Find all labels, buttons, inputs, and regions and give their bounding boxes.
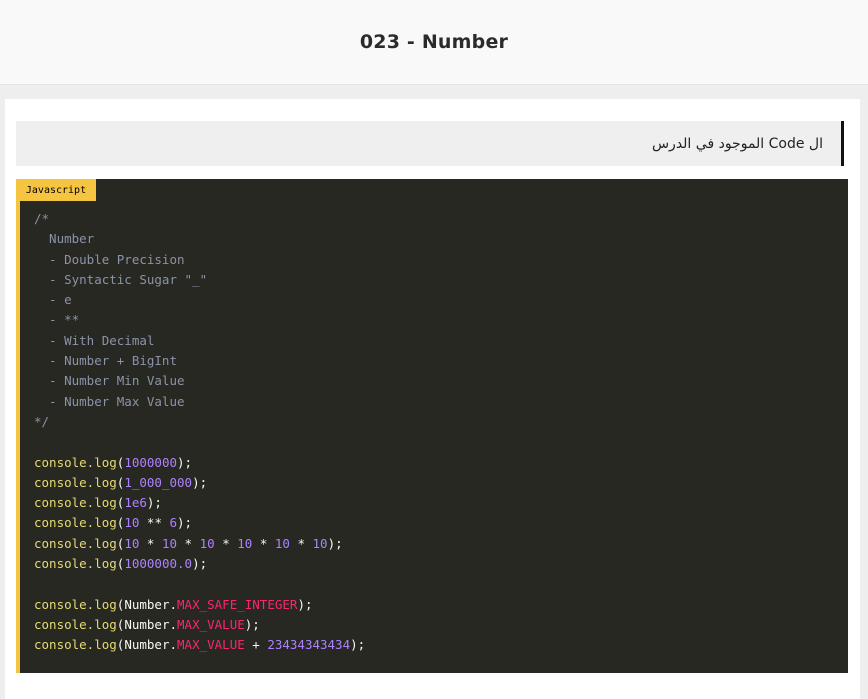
code-comment-line: - Syntactic Sugar "_"	[34, 271, 208, 287]
code-line: console.log(Number.MAX_VALUE);	[34, 616, 260, 632]
code-comment-line: - Number Max Value	[34, 393, 185, 409]
code-comment-line: - Number Min Value	[34, 373, 185, 389]
code-comment-line: - With Decimal	[34, 332, 155, 348]
content-card: ال Code الموجود في الدرس Javascript /* N…	[5, 99, 860, 699]
code-line: console.log(Number.MAX_SAFE_INTEGER);	[34, 596, 313, 612]
code-line: console.log(1e6);	[34, 495, 162, 511]
page-title: 023 - Number	[359, 31, 509, 53]
section-heading-text: ال Code الموجود في الدرس	[651, 135, 823, 152]
code-comment-line: - Double Precision	[34, 251, 185, 267]
code-comment-line: - e	[34, 292, 72, 308]
code-line: console.log(1000000.0);	[34, 556, 208, 572]
code-block[interactable]: Javascript /* Number - Double Precision …	[16, 179, 848, 673]
code-line: console.log(10 ** 6);	[34, 515, 193, 531]
code-line: console.log(10 * 10 * 10 * 10 * 10 * 10)…	[34, 535, 343, 551]
language-badge: Javascript	[16, 179, 96, 201]
code-comment-line: */	[34, 413, 50, 429]
code-comment-line: /*	[34, 211, 50, 226]
page-header: 023 - Number	[0, 0, 868, 85]
code-line: console.log(Number.MAX_VALUE + 234343434…	[34, 637, 366, 653]
code-line: console.log(1_000_000);	[34, 474, 208, 490]
code-line: console.log(1000000);	[34, 454, 193, 470]
code-comment-line: - **	[34, 312, 80, 328]
code-comment-line: - Number + BigInt	[34, 353, 177, 369]
section-heading: ال Code الموجود في الدرس	[16, 121, 844, 166]
code-content[interactable]: /* Number - Double Precision - Syntactic…	[34, 209, 365, 656]
code-comment-line: Number	[34, 231, 95, 247]
